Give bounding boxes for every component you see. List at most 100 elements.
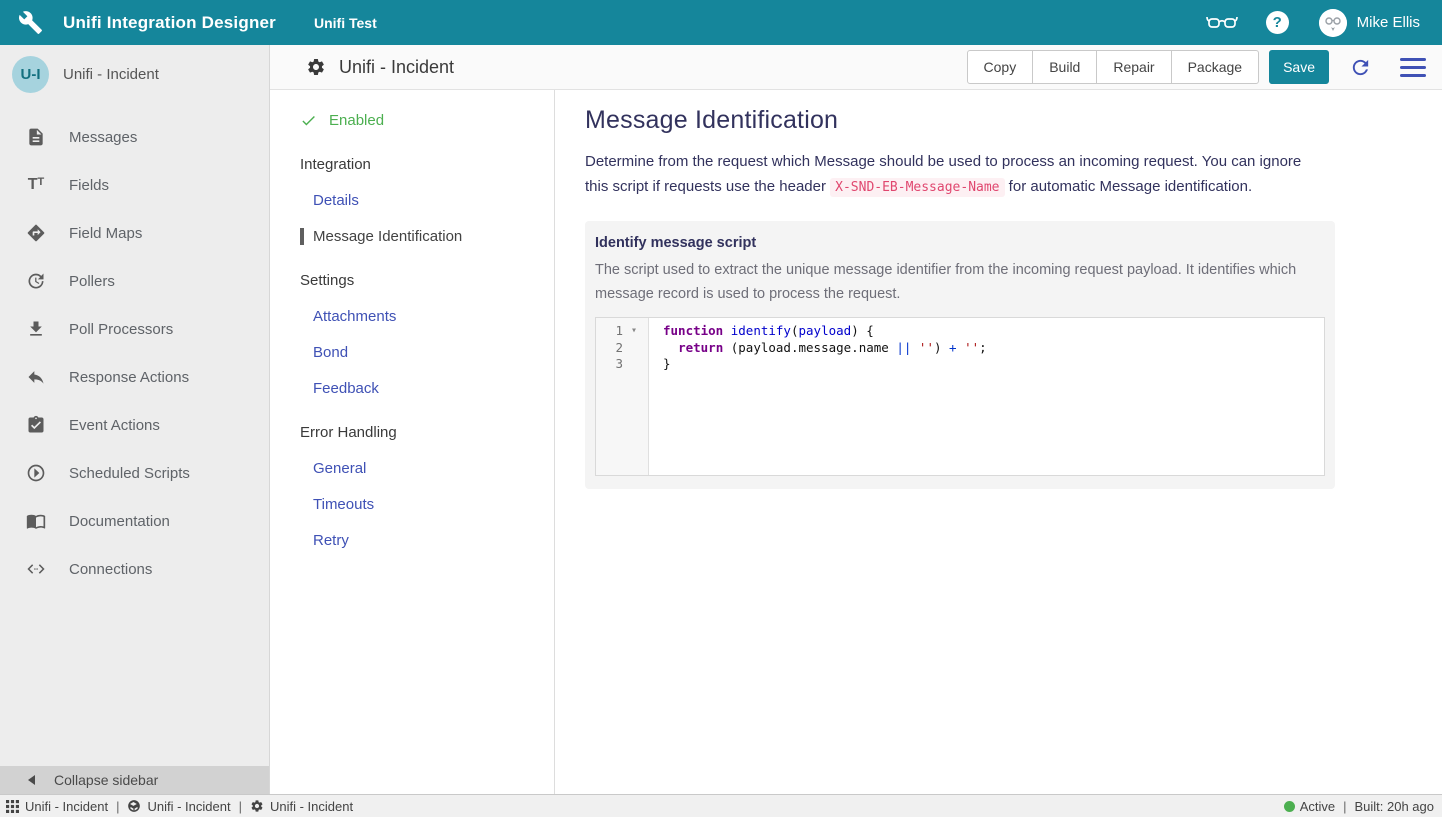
action-button-group: Copy Build Repair Package (967, 50, 1260, 84)
nav-item-bond[interactable]: Bond (313, 344, 554, 361)
app-icon (127, 799, 141, 813)
code-line-2: return (payload.message.name || '') + ''… (663, 340, 987, 357)
integration-avatar: U-I (12, 56, 49, 93)
active-status-icon (1284, 801, 1295, 812)
sidebar: U-I Unifi - Incident Messages TT Fields (0, 45, 270, 794)
workspace-name[interactable]: Unifi Test (314, 15, 377, 31)
nav-item-feedback[interactable]: Feedback (313, 380, 554, 397)
sidebar-item-fields[interactable]: TT Fields (0, 161, 269, 209)
separator: | (1343, 799, 1346, 814)
active-status-label: Active (1300, 799, 1335, 814)
app-title: Unifi Integration Designer (63, 13, 276, 33)
sidebar-item-label: Field Maps (69, 225, 142, 242)
documentation-icon (24, 511, 48, 531)
messages-icon (24, 127, 48, 147)
sidebar-item-label: Pollers (69, 273, 115, 290)
save-button[interactable]: Save (1269, 50, 1329, 84)
sidebar-item-event-actions[interactable]: Event Actions (0, 401, 269, 449)
section-title-settings: Settings (300, 272, 554, 289)
nav-item-timeouts[interactable]: Timeouts (313, 496, 554, 513)
line-number: 2 (596, 340, 623, 357)
sidebar-item-label: Scheduled Scripts (69, 465, 190, 482)
built-status-label: Built: 20h ago (1354, 799, 1434, 814)
line-number: 3 (596, 356, 623, 373)
response-actions-icon (24, 367, 48, 387)
menu-hamburger-icon[interactable] (1400, 58, 1426, 77)
main-description: Determine from the request which Message… (585, 149, 1317, 200)
identify-script-card: Identify message script The script used … (585, 221, 1335, 489)
statusbar-shortcut-label: Unifi - Incident (25, 799, 108, 814)
sidebar-item-label: Documentation (69, 513, 170, 530)
sidebar-item-label: Fields (69, 177, 109, 194)
nav-item-message-identification[interactable]: Message Identification (300, 228, 554, 245)
repair-button[interactable]: Repair (1096, 50, 1171, 84)
sidebar-item-messages[interactable]: Messages (0, 113, 269, 161)
section-title-error-handling: Error Handling (300, 424, 554, 441)
integration-name: Unifi - Incident (63, 66, 159, 83)
main-panel: Message Identification Determine from th… (555, 90, 1442, 794)
statusbar-shortcut-label: Unifi - Incident (270, 799, 353, 814)
nav-item-details[interactable]: Details (313, 192, 554, 209)
sidebar-item-connections[interactable]: Connections (0, 545, 269, 593)
wrench-icon (18, 10, 43, 35)
connections-icon (24, 559, 48, 579)
enabled-label: Enabled (329, 112, 384, 129)
section-nav: Enabled Integration Details Message Iden… (270, 90, 555, 794)
sidebar-item-pollers[interactable]: Pollers (0, 257, 269, 305)
refresh-icon[interactable] (1349, 56, 1372, 79)
card-description: The script used to extract the unique me… (595, 258, 1325, 306)
statusbar-shortcut-gear[interactable]: Unifi - Incident (250, 799, 353, 814)
collapse-arrow-icon (28, 775, 35, 785)
statusbar-shortcut-grid[interactable]: Unifi - Incident (6, 799, 108, 814)
poll-processors-icon (24, 319, 48, 339)
collapse-sidebar-button[interactable]: Collapse sidebar (0, 766, 269, 794)
app-window: Unifi Integration Designer Unifi Test ? … (0, 0, 1442, 817)
preview-glasses-icon[interactable] (1206, 12, 1238, 34)
fold-arrow-icon[interactable]: ▾ (623, 323, 645, 340)
separator: | (116, 799, 119, 814)
sidebar-item-documentation[interactable]: Documentation (0, 497, 269, 545)
copy-button[interactable]: Copy (967, 50, 1034, 84)
page-title: Unifi - Incident (339, 57, 454, 78)
build-button[interactable]: Build (1032, 50, 1097, 84)
package-button[interactable]: Package (1171, 50, 1259, 84)
statusbar-shortcut-app[interactable]: Unifi - Incident (127, 799, 230, 814)
field-maps-icon (24, 223, 48, 243)
sidebar-item-label: Response Actions (69, 369, 189, 386)
separator: | (239, 799, 242, 814)
help-icon[interactable]: ? (1266, 11, 1289, 34)
nav-item-general[interactable]: General (313, 460, 554, 477)
sidebar-item-scheduled-scripts[interactable]: Scheduled Scripts (0, 449, 269, 497)
header-code-badge: X-SND-EB-Message-Name (830, 178, 1004, 197)
integration-header[interactable]: U-I Unifi - Incident (0, 45, 269, 103)
collapse-sidebar-label: Collapse sidebar (54, 772, 158, 788)
check-icon (300, 112, 317, 129)
sidebar-item-label: Connections (69, 561, 152, 578)
sidebar-item-label: Poll Processors (69, 321, 173, 338)
sidebar-item-label: Event Actions (69, 417, 160, 434)
content-header: Unifi - Incident Copy Build Repair Packa… (270, 45, 1442, 90)
status-bar: Unifi - Incident | Unifi - Incident | Un… (0, 794, 1442, 817)
integration-gear-icon (306, 57, 326, 77)
code-line-1: function identify(payload) { (663, 323, 987, 340)
user-name[interactable]: Mike Ellis (1357, 14, 1420, 31)
sidebar-item-field-maps[interactable]: Field Maps (0, 209, 269, 257)
scheduled-scripts-icon (24, 463, 48, 483)
grid-icon (6, 800, 19, 813)
code-content[interactable]: function identify(payload) { return (pay… (649, 318, 987, 475)
sidebar-item-label: Messages (69, 129, 137, 146)
top-bar: Unifi Integration Designer Unifi Test ? … (0, 0, 1442, 45)
enabled-toggle[interactable]: Enabled (300, 112, 554, 129)
code-line-3: } (663, 356, 987, 373)
nav-item-retry[interactable]: Retry (313, 532, 554, 549)
sidebar-item-response-actions[interactable]: Response Actions (0, 353, 269, 401)
fields-icon: TT (24, 176, 48, 194)
editor-gutter: 1 ▾ 2 3 (596, 318, 649, 475)
script-code-editor[interactable]: 1 ▾ 2 3 (595, 317, 1325, 476)
line-number: 1 (596, 323, 623, 340)
sidebar-item-poll-processors[interactable]: Poll Processors (0, 305, 269, 353)
nav-item-attachments[interactable]: Attachments (313, 308, 554, 325)
gear-icon (250, 799, 264, 813)
user-avatar[interactable] (1319, 9, 1347, 37)
main-title: Message Identification (585, 106, 1442, 135)
